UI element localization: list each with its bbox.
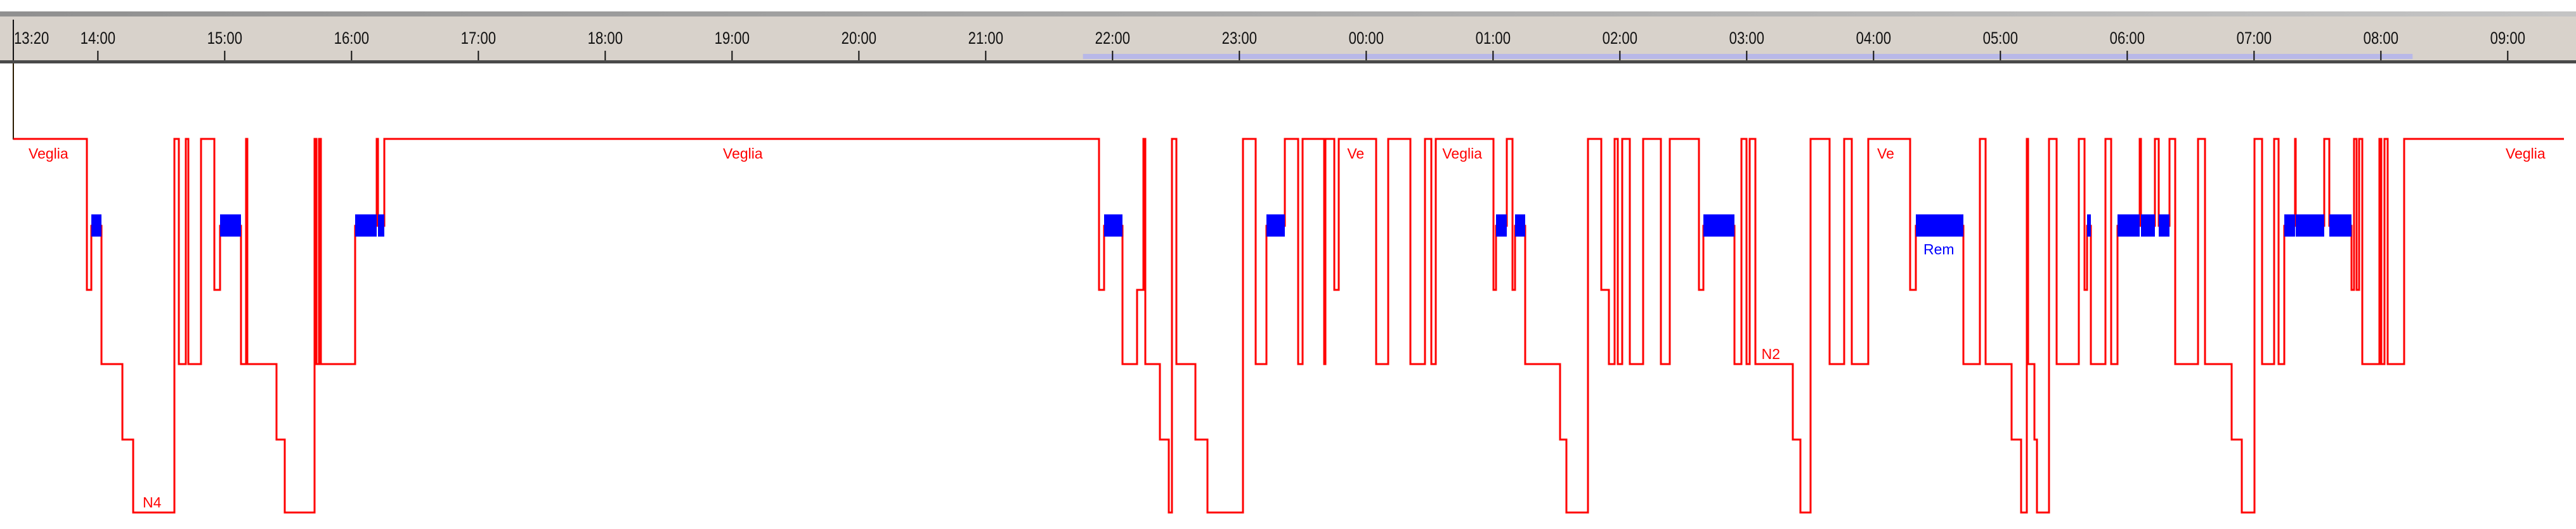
hour-tick-label: 08:00 — [2364, 29, 2398, 48]
rem-block — [1916, 214, 1963, 237]
rem-block — [220, 214, 241, 237]
hour-tick-label: 19:00 — [715, 29, 750, 48]
time-axis-top-bar — [0, 11, 2576, 16]
rem-block — [2087, 214, 2091, 237]
hour-tick-label: 15:00 — [207, 29, 242, 48]
hour-tick-label: 17:00 — [461, 29, 496, 48]
stage-labels: Veglia N4 Veglia Ve Veglia N2 Ve Rem Veglia — [29, 145, 2546, 511]
stage-label-w: Veglia — [2506, 145, 2546, 162]
hour-tick-label: 02:00 — [1603, 29, 1637, 48]
rem-block — [378, 214, 384, 237]
rem-block — [355, 214, 377, 237]
rem-block — [2329, 214, 2352, 237]
hypnogram-line — [13, 138, 2564, 514]
rem-block — [2141, 214, 2155, 237]
hour-tick-label: 07:00 — [2237, 29, 2272, 48]
hour-tick-label: 21:00 — [968, 29, 1003, 48]
hour-tick-label: 05:00 — [1983, 29, 2018, 48]
hypnogram-chart: 13:20 14:00 15:00 16:00 17:00 18:00 19:00 20:0… — [0, 11, 2576, 514]
hour-tick-label: 14:00 — [81, 29, 115, 48]
analysis-period-bar — [1083, 54, 2413, 59]
stage-label-n2: N2 — [1762, 346, 1780, 362]
hour-tick-label: 22:00 — [1095, 29, 1130, 48]
rem-block — [91, 214, 101, 237]
rem-block — [1515, 214, 1525, 237]
rem-block — [1104, 214, 1122, 237]
hour-tick-label: 03:00 — [1729, 29, 1764, 48]
stage-label-w: Veglia — [29, 145, 68, 162]
hour-tick-label: 18:00 — [588, 29, 623, 48]
hour-tick-label: 04:00 — [1856, 29, 1891, 48]
rem-block — [2159, 214, 2169, 237]
time-axis-bottom-border — [0, 60, 2576, 63]
rem-block — [1496, 214, 1507, 237]
stage-label-w: Ve — [1877, 145, 1894, 162]
hour-tick-label: 20:00 — [842, 29, 876, 48]
rem-block — [1266, 214, 1285, 237]
stage-label-r: Rem — [1923, 241, 1955, 258]
stage-label-w: Veglia — [1442, 145, 1482, 162]
hour-tick-label: 01:00 — [1476, 29, 1511, 48]
stage-label-n4: N4 — [143, 494, 162, 511]
rem-block — [2296, 214, 2324, 237]
stage-label-w: Ve — [1347, 145, 1364, 162]
rem-block — [1703, 214, 1734, 237]
rem-block — [2117, 214, 2140, 237]
rem-block — [2284, 214, 2295, 237]
hour-tick-label: 23:00 — [1222, 29, 1257, 48]
stage-label-w: Veglia — [723, 145, 763, 162]
hour-tick-label: 09:00 — [2490, 29, 2525, 48]
hypnogram-plot — [13, 138, 2564, 514]
start-time-label: 13:20 — [14, 29, 49, 48]
hour-tick-label: 06:00 — [2110, 29, 2145, 48]
hour-tick-label: 00:00 — [1349, 29, 1384, 48]
hour-tick-label: 16:00 — [334, 29, 369, 48]
